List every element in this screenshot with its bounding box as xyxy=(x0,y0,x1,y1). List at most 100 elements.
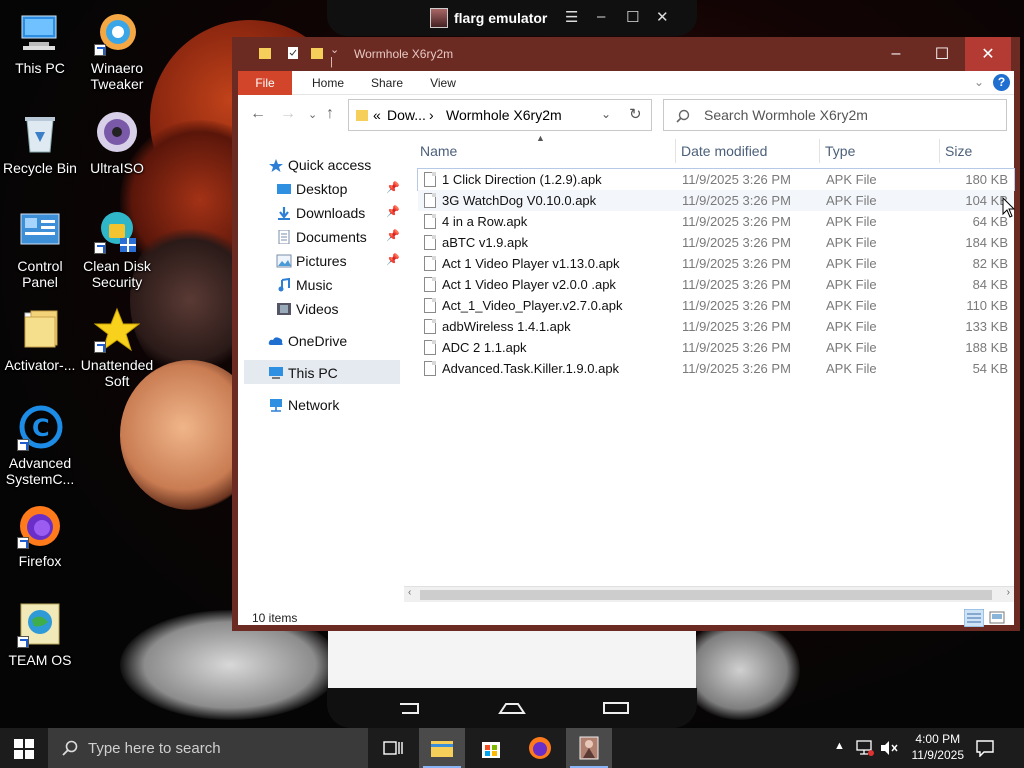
pin-icon[interactable]: 📌 xyxy=(386,205,400,218)
desktop-icon-team-os[interactable]: TEAM OS xyxy=(0,602,80,668)
network-status-icon[interactable] xyxy=(856,740,874,756)
column-size[interactable]: Size xyxy=(945,139,972,163)
address-overflow[interactable]: « xyxy=(373,107,381,123)
desktop-icon-unattended-soft[interactable]: Unattended Soft xyxy=(77,307,157,389)
pin-icon[interactable]: 📌 xyxy=(386,181,400,194)
task-view-button[interactable] xyxy=(370,728,416,768)
scroll-left-icon[interactable]: ‹ xyxy=(408,587,411,598)
column-date-modified[interactable]: Date modified xyxy=(681,139,767,163)
taskbar-emulator[interactable] xyxy=(566,728,612,768)
file-name: 3G WatchDog V0.10.0.apk xyxy=(442,193,597,208)
nav-music[interactable]: Music xyxy=(276,273,333,297)
pin-icon[interactable]: 📌 xyxy=(386,229,400,242)
desktop-icon-winaero[interactable]: Winaero Tweaker xyxy=(77,10,157,92)
notifications-icon[interactable] xyxy=(976,739,994,757)
column-name[interactable]: Name xyxy=(420,139,457,163)
horizontal-scrollbar[interactable]: ‹ › xyxy=(404,586,1014,602)
file-row[interactable]: 3G WatchDog V0.10.0.apk 11/9/2025 3:26 P… xyxy=(418,190,1014,211)
nav-videos[interactable]: Videos xyxy=(276,297,339,321)
desktop-icon-activator[interactable]: Activator-... xyxy=(0,307,80,373)
minimize-button[interactable]: – xyxy=(873,37,919,71)
desktop-icon-clean-disk[interactable]: Clean Disk Security xyxy=(77,208,157,290)
system-clock[interactable]: 4:00 PM 11/9/2025 xyxy=(912,731,965,763)
details-view-icon[interactable] xyxy=(964,609,984,627)
desktop-icon-advanced-systemcare[interactable]: C Advanced SystemC... xyxy=(0,405,80,487)
emulator-menu-icon[interactable]: ☰ xyxy=(565,8,578,26)
column-divider[interactable] xyxy=(939,139,940,163)
scroll-right-icon[interactable]: › xyxy=(1007,587,1010,598)
file-row[interactable]: ADC 2 1.1.apk 11/9/2025 3:26 PM APK File… xyxy=(418,337,1014,358)
android-back-icon[interactable] xyxy=(396,700,422,716)
maximize-button[interactable]: ☐ xyxy=(919,37,965,71)
android-recents-icon[interactable] xyxy=(602,700,630,716)
desktop-icon-label: Control Panel xyxy=(17,258,63,290)
file-row[interactable]: 4 in a Row.apk 11/9/2025 3:26 PM APK Fil… xyxy=(418,211,1014,232)
nav-this-pc[interactable]: This PC xyxy=(268,361,338,385)
nav-network[interactable]: Network xyxy=(268,393,339,417)
volume-muted-icon[interactable] xyxy=(880,740,898,756)
tab-file[interactable]: File xyxy=(238,71,292,95)
windows-start-icon[interactable] xyxy=(14,739,34,759)
desktop-icon-ultraiso[interactable]: UltraISO xyxy=(77,110,157,176)
taskbar-file-explorer[interactable] xyxy=(419,728,465,768)
file-row[interactable]: aBTC v1.9.apk 11/9/2025 3:26 PM APK File… xyxy=(418,232,1014,253)
file-row[interactable]: Act 1 Video Player v2.0.0 .apk 11/9/2025… xyxy=(418,274,1014,295)
file-row[interactable]: adbWireless 1.4.1.apk 11/9/2025 3:26 PM … xyxy=(418,316,1014,337)
breadcrumb-separator[interactable]: › xyxy=(429,107,434,123)
breadcrumb-downloads[interactable]: Dow... xyxy=(387,107,426,123)
file-name: Act 1 Video Player v1.13.0.apk xyxy=(442,256,620,271)
file-date: 11/9/2025 3:26 PM xyxy=(682,277,791,292)
nav-downloads[interactable]: Downloads xyxy=(276,201,365,225)
properties-icon[interactable] xyxy=(286,46,300,60)
pin-icon[interactable]: 📌 xyxy=(386,253,400,266)
window-title: Wormhole X6ry2m xyxy=(354,47,454,61)
desktop-icon-recycle-bin[interactable]: Recycle Bin xyxy=(0,110,80,176)
nav-onedrive[interactable]: OneDrive xyxy=(268,329,347,353)
expand-ribbon-icon[interactable]: ⌄ xyxy=(974,75,984,89)
quick-access-dropdown-icon[interactable]: ⌄ | xyxy=(330,43,344,68)
scrollbar-thumb[interactable] xyxy=(420,590,992,600)
tab-view[interactable]: View xyxy=(418,71,468,95)
back-icon[interactable]: ← xyxy=(250,105,266,123)
refresh-icon[interactable]: ↻ xyxy=(629,105,642,123)
large-icons-view-icon[interactable] xyxy=(988,609,1006,627)
address-bar[interactable]: « Dow... › Wormhole X6ry2m ⌄ ↻ xyxy=(348,99,652,131)
help-icon[interactable]: ? xyxy=(993,74,1010,91)
file-icon xyxy=(424,214,436,229)
column-type[interactable]: Type xyxy=(825,139,855,163)
close-button[interactable]: ✕ xyxy=(965,37,1011,71)
emulator-close-icon[interactable]: ✕ xyxy=(656,8,669,26)
emulator-maximize-icon[interactable]: ☐ xyxy=(626,8,639,26)
file-date: 11/9/2025 3:26 PM xyxy=(682,361,791,376)
up-icon[interactable]: ↑ xyxy=(326,105,334,123)
emulator-minimize-icon[interactable]: – xyxy=(597,8,605,25)
tab-share[interactable]: Share xyxy=(360,71,414,95)
desktop-icon-this-pc[interactable]: This PC xyxy=(0,10,80,76)
search-box[interactable]: Search Wormhole X6ry2m xyxy=(663,99,1007,131)
show-hidden-icons[interactable]: ▲ xyxy=(834,740,845,752)
file-row[interactable]: Act 1 Video Player v1.13.0.apk 11/9/2025… xyxy=(418,253,1014,274)
file-row[interactable]: 1 Click Direction (1.2.9).apk 11/9/2025 … xyxy=(417,168,1015,191)
file-row[interactable]: Advanced.Task.Killer.1.9.0.apk 11/9/2025… xyxy=(418,358,1014,379)
file-row[interactable]: Act_1_Video_Player.v2.7.0.apk 11/9/2025 … xyxy=(418,295,1014,316)
breadcrumb-current[interactable]: Wormhole X6ry2m xyxy=(446,107,562,123)
column-divider[interactable] xyxy=(675,139,676,163)
column-divider[interactable] xyxy=(819,139,820,163)
taskbar-search-box[interactable]: Type here to search xyxy=(48,728,368,768)
taskbar-firefox[interactable] xyxy=(517,728,563,768)
nav-desktop[interactable]: Desktop xyxy=(276,177,347,201)
address-dropdown-icon[interactable]: ⌄ xyxy=(601,107,611,121)
forward-icon[interactable]: → xyxy=(280,105,296,123)
tab-home[interactable]: Home xyxy=(300,71,356,95)
nav-documents[interactable]: Documents xyxy=(276,225,367,249)
taskbar-store[interactable] xyxy=(468,728,514,768)
nav-pictures[interactable]: Pictures xyxy=(276,249,347,273)
desktop-icon-firefox[interactable]: Firefox xyxy=(0,503,80,569)
file-type: APK File xyxy=(826,214,877,229)
recent-locations-icon[interactable]: ⌄ xyxy=(308,108,317,121)
file-type: APK File xyxy=(826,172,877,187)
desktop-icon-control-panel[interactable]: Control Panel xyxy=(0,208,80,290)
nav-quick-access[interactable]: Quick access xyxy=(268,153,371,177)
new-folder-icon[interactable] xyxy=(310,46,324,60)
android-home-icon[interactable] xyxy=(498,700,526,716)
